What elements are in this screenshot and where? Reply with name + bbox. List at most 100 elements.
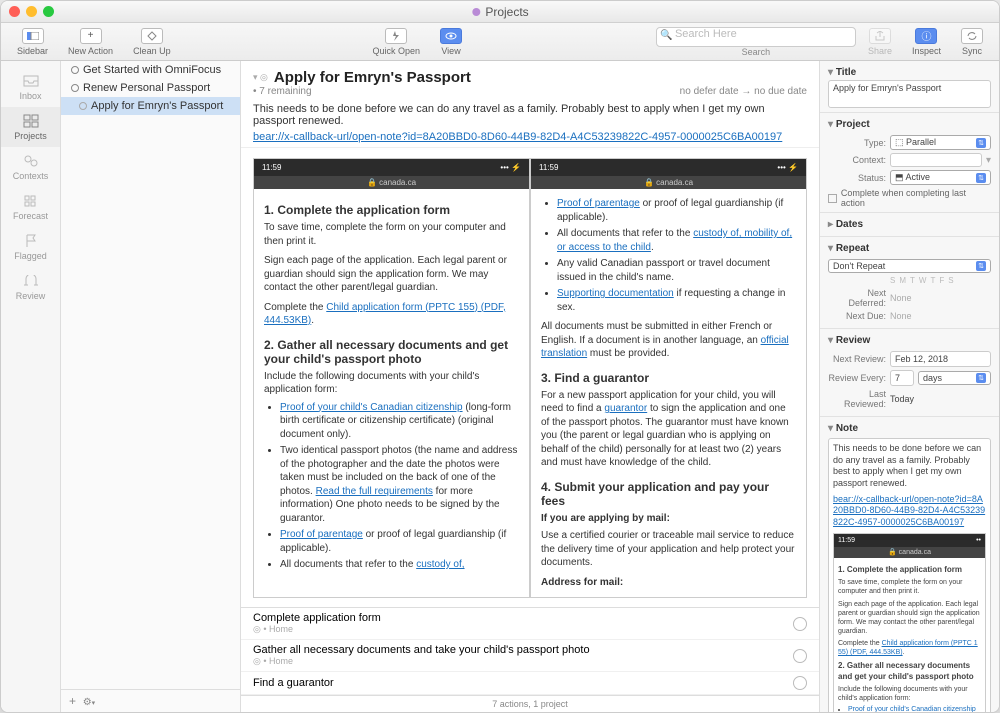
sidebar-icon — [27, 32, 39, 40]
sidebar-item-forecast[interactable]: Forecast — [1, 187, 60, 227]
view-label: View — [441, 46, 460, 56]
type-select[interactable]: ⬚ Parallel⇅ — [890, 135, 991, 150]
note-link[interactable]: bear://x-callback-url/open-note?id=8A20B… — [833, 494, 986, 529]
mini-heading: 1. Complete the application form — [838, 565, 981, 575]
action-title: Complete application form — [253, 612, 793, 624]
phone-url: canada.ca — [379, 178, 416, 187]
gear-menu[interactable]: ⚙ — [83, 697, 92, 708]
project-header: ▾ ◎ Apply for Emryn's Passport • 7 remai… — [241, 61, 819, 148]
eye-icon — [445, 32, 457, 40]
plus-icon: + — [80, 28, 102, 44]
contexts-icon — [21, 153, 41, 169]
action-row[interactable]: Find a guarantor — [241, 672, 819, 695]
clean-up-label: Clean Up — [133, 46, 171, 56]
next-review-field[interactable]: Feb 12, 2018 — [890, 351, 991, 367]
repeat-select[interactable]: Don't Repeat⇅ — [828, 259, 991, 273]
sidebar-item-label: Forecast — [13, 211, 48, 221]
status-select[interactable]: ⬒ Active⇅ — [890, 170, 991, 185]
review-every-num[interactable]: 7 — [890, 370, 914, 386]
toolbar: Sidebar + New Action Clean Up Quick Open… — [1, 23, 999, 61]
phone-time: 11:59 — [539, 163, 558, 172]
complete-checkbox[interactable] — [793, 649, 807, 663]
note-field[interactable]: This needs to be done before we can do a… — [828, 438, 991, 712]
disclosure-icon[interactable]: ▾ ◎ — [253, 72, 268, 83]
last-reviewed-value: Today — [890, 394, 991, 404]
subheading: Address for mail: — [541, 576, 796, 590]
doc-link: Read the full requirements — [316, 486, 433, 497]
doc-link: custody of, — [416, 559, 464, 570]
app-window: Projects Sidebar + New Action Clean Up Q… — [0, 0, 1000, 713]
window-title-text: Projects — [485, 5, 528, 19]
cleanup-icon — [147, 31, 157, 41]
inspector-section-project[interactable]: Project — [828, 117, 991, 132]
doc-link: Supporting documentation — [557, 288, 674, 299]
doc-link: Proof of parentage — [557, 198, 640, 209]
inspector-section-review[interactable]: Review — [828, 333, 991, 348]
action-title: Find a guarantor — [253, 677, 793, 689]
new-action-button[interactable]: + New Action — [60, 26, 121, 58]
section-heading: 4. Submit your application and pay your … — [541, 480, 796, 508]
close-window-button[interactable] — [9, 6, 20, 17]
subheading: If you are applying by mail: — [541, 512, 796, 526]
sync-button[interactable]: Sync — [953, 26, 991, 58]
minimize-window-button[interactable] — [26, 6, 37, 17]
mini-link: Proof of your child's Canadian citizensh… — [848, 706, 976, 712]
share-label: Share — [868, 46, 892, 56]
inspector-section-repeat[interactable]: Repeat — [828, 241, 991, 256]
flag-icon — [21, 233, 41, 249]
next-deferred-value: None — [890, 293, 991, 303]
inspector: Title Apply for Emryn's Passport Project… — [819, 61, 999, 712]
inspect-label: Inspect — [912, 46, 941, 56]
outline-project[interactable]: Renew Personal Passport — [61, 79, 240, 97]
status-bar: 7 actions, 1 project — [241, 695, 819, 712]
section-heading: 1. Complete the application form — [264, 203, 519, 217]
doc-link: guarantor — [604, 403, 647, 414]
body-text: Use a certified courier or traceable mai… — [541, 529, 796, 570]
outline-project[interactable]: Get Started with OmniFocus — [61, 61, 240, 79]
traffic-lights — [9, 6, 54, 17]
zoom-window-button[interactable] — [43, 6, 54, 17]
quick-open-button[interactable]: Quick Open — [365, 26, 429, 58]
action-row[interactable]: Gather all necessary documents and take … — [241, 640, 819, 672]
complete-checkbox[interactable] — [793, 676, 807, 690]
share-icon — [875, 31, 885, 41]
add-button[interactable]: + — [69, 694, 76, 708]
last-reviewed-label: Last Reviewed: — [828, 389, 886, 409]
sidebar-item-review[interactable]: Review — [1, 267, 60, 307]
share-button[interactable]: Share — [860, 26, 900, 58]
context-label: Context: — [828, 155, 886, 165]
inspect-button[interactable]: ⓘ Inspect — [904, 26, 949, 58]
sidebar-item-inbox[interactable]: Inbox — [1, 67, 60, 107]
body: Inbox Projects Contexts Forecast Flagged… — [1, 61, 999, 712]
sidebar-item-label: Flagged — [14, 251, 47, 261]
complete-when-checkbox[interactable]: Complete when completing last action — [828, 188, 991, 208]
review-icon — [21, 273, 41, 289]
bolt-icon — [391, 31, 401, 41]
review-every-unit[interactable]: days⇅ — [918, 371, 991, 385]
sidebar-item-label: Projects — [14, 131, 47, 141]
outline-footer: + ⚙▾ — [61, 689, 240, 712]
phone-time: 11:59 — [262, 163, 281, 172]
complete-checkbox[interactable] — [793, 617, 807, 631]
title-field[interactable]: Apply for Emryn's Passport — [828, 80, 991, 108]
sidebar-toggle-button[interactable]: Sidebar — [9, 26, 56, 58]
action-row[interactable]: Complete application form ◎ • Home — [241, 608, 819, 640]
inspector-section-note[interactable]: Note — [828, 421, 991, 436]
sidebar-item-contexts[interactable]: Contexts — [1, 147, 60, 187]
project-title: Apply for Emryn's Passport — [274, 69, 471, 86]
context-field[interactable] — [890, 153, 982, 167]
search-input[interactable]: Search Here — [656, 27, 856, 47]
outline-project-selected[interactable]: Apply for Emryn's Passport — [61, 97, 240, 115]
sidebar-item-flagged[interactable]: Flagged — [1, 227, 60, 267]
inspector-section-dates[interactable]: Dates — [828, 217, 991, 232]
inspector-section-title[interactable]: Title — [828, 65, 991, 80]
sidebar-item-projects[interactable]: Projects — [1, 107, 60, 147]
body-text: To save time, complete the form on your … — [264, 221, 519, 248]
sync-icon — [967, 31, 977, 41]
bear-link[interactable]: bear://x-callback-url/open-note?id=8A20B… — [253, 131, 807, 143]
action-title: Gather all necessary documents and take … — [253, 644, 793, 656]
note-preview[interactable]: 11:59••• ⚡ 🔒 canada.ca 1. Complete the a… — [241, 148, 819, 607]
clean-up-button[interactable]: Clean Up — [125, 26, 179, 58]
view-button[interactable]: View — [432, 26, 470, 58]
titlebar: Projects — [1, 1, 999, 23]
